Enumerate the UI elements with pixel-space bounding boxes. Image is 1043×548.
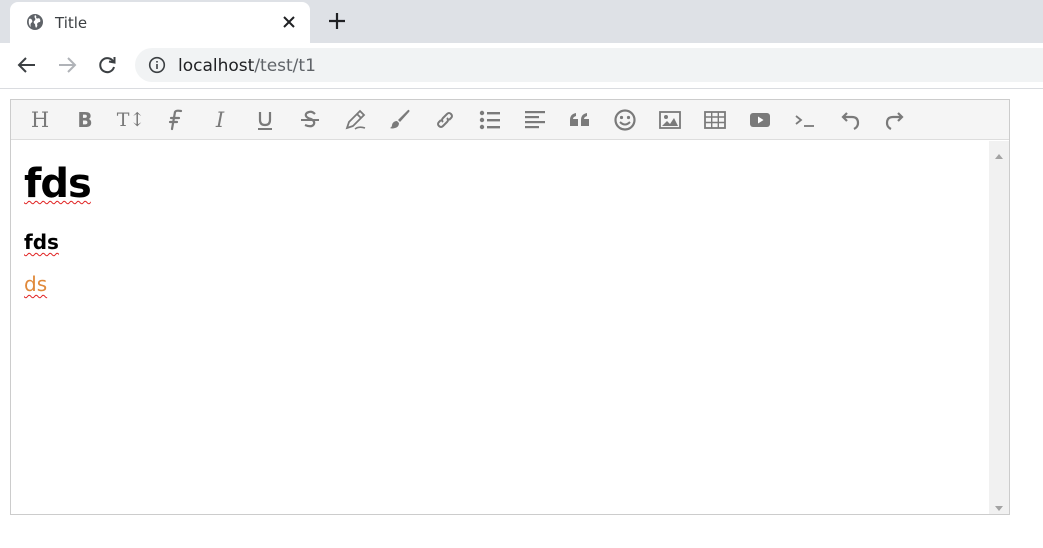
pencil-icon [345,109,366,130]
link-button[interactable] [432,107,458,133]
image-icon [659,111,681,129]
editor-toolbar: H B T↕ I [11,100,1009,140]
url-text: localhost/test/t1 [178,56,316,76]
text-height-icon: T↕ [116,109,146,131]
font-size-button[interactable]: T↕ [116,107,146,133]
redo-icon [885,112,904,130]
table-icon [704,111,726,129]
url-path: /test/t1 [254,56,316,76]
back-button[interactable] [16,54,38,76]
bold-icon: B [77,108,93,132]
quote-button[interactable] [567,107,593,133]
info-icon[interactable] [148,56,166,74]
underline-button[interactable] [252,107,278,133]
globe-icon [26,13,44,31]
url-host: localhost [178,56,255,76]
brush-icon [390,109,410,129]
content-paragraph[interactable]: ds [24,272,47,296]
link-icon [437,112,453,128]
undo-button[interactable] [837,107,863,133]
table-button[interactable] [702,107,728,133]
italic-icon: I [215,108,225,132]
underline-icon [258,112,272,130]
new-tab-button[interactable] [326,10,348,32]
close-icon[interactable] [280,13,298,31]
video-icon [750,113,770,127]
font-icon [168,109,183,131]
redo-button[interactable] [882,107,908,133]
italic-button[interactable]: I [207,107,233,133]
editor-content[interactable]: fds fds ds [11,141,989,514]
scroll-up-arrow-icon[interactable] [994,147,1004,159]
strikethrough-icon [301,110,319,128]
browser-toolbar: localhost/test/t1 [0,43,1043,89]
align-left-icon [525,111,545,129]
forward-button[interactable] [56,54,78,76]
text-color-button[interactable] [342,107,368,133]
background-color-button[interactable] [387,107,413,133]
heading-icon: H [30,108,50,132]
strikethrough-button[interactable] [297,107,323,133]
reload-button[interactable] [96,54,118,76]
undo-icon [841,112,860,130]
align-button[interactable] [522,107,548,133]
code-button[interactable] [792,107,818,133]
terminal-icon [795,115,814,127]
quote-icon [570,113,589,126]
scroll-down-arrow-icon[interactable] [994,500,1004,511]
content-heading-1[interactable]: fds [24,161,92,207]
heading-button[interactable]: H [27,107,53,133]
video-button[interactable] [747,107,773,133]
emoticon-button[interactable] [612,107,638,133]
list-icon [479,110,500,130]
bold-button[interactable]: B [72,107,98,133]
tab-title: Title [55,14,88,32]
rich-text-editor: H B T↕ I fds fds ds [10,99,1010,515]
image-button[interactable] [657,107,683,133]
vertical-scrollbar[interactable] [989,141,1009,514]
list-button[interactable] [477,107,503,133]
browser-tab[interactable]: Title [10,2,310,43]
tab-strip: Title [0,0,1043,43]
font-family-button[interactable] [162,107,188,133]
content-heading-2[interactable]: fds [24,230,59,254]
smile-icon [614,109,636,131]
address-bar[interactable]: localhost/test/t1 [135,48,1043,82]
